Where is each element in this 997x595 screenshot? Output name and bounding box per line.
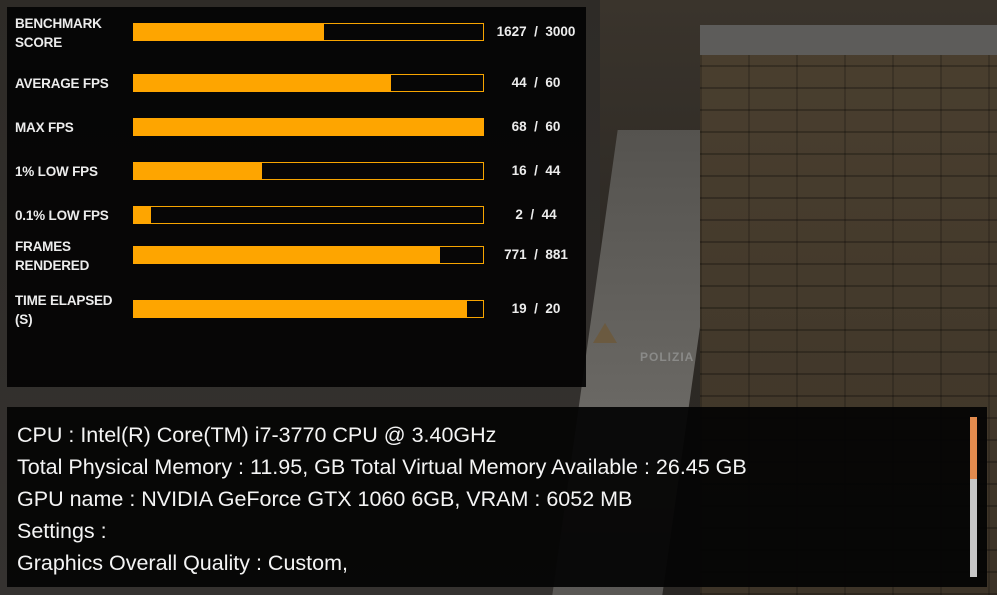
stat-label-line: FRAMES (15, 239, 71, 254)
stat-value: 16 / 44 (511, 163, 561, 178)
stat-progress-fill (133, 206, 151, 224)
background-roof (700, 25, 997, 55)
stat-row: TIME ELAPSED (S) 19 / 20 (7, 7, 586, 327)
stat-progress-fill (133, 246, 441, 264)
stat-progress-bar (133, 206, 484, 224)
stat-progress-fill (133, 300, 467, 318)
settings-header: Settings : (17, 519, 107, 543)
stat-value: 68 / 60 (511, 119, 561, 134)
stat-value: 19 / 20 (511, 301, 561, 316)
stat-label-line: 0.1% LOW FPS (15, 208, 109, 223)
stat-label: AVERAGE FPS (15, 74, 135, 93)
info-scrollbar-thumb[interactable] (970, 417, 977, 480)
stat-label: 0.1% LOW FPS (15, 206, 135, 225)
stat-progress-fill (133, 74, 391, 92)
stat-value: 771 / 881 (504, 247, 568, 262)
benchmark-stats-panel: BENCHMARK SCORE 1627 / 3000 AVERAGE FPS 44 /… (7, 7, 586, 387)
stat-label: MAX FPS (15, 118, 135, 137)
stat-label-line: 1% LOW FPS (15, 164, 98, 179)
cpu-info: CPU : Intel(R) Core(TM) i7-3770 CPU @ 3.… (17, 423, 497, 447)
stat-value: 2 / 44 (515, 207, 557, 222)
stat-label-line: AVERAGE FPS (15, 76, 109, 91)
stat-progress-bar (133, 300, 484, 318)
memory-info: Total Physical Memory : 11.95, GB Total … (17, 455, 747, 479)
stat-progress-bar (133, 74, 484, 92)
stat-label-line: (S) (15, 312, 33, 327)
warning-sign-icon (593, 323, 617, 343)
stat-label: FRAMES RENDERED (15, 237, 135, 275)
stat-progress-bar (133, 118, 484, 136)
stat-label: 1% LOW FPS (15, 162, 135, 181)
stat-label-line: RENDERED (15, 258, 90, 273)
stat-progress-fill (133, 162, 262, 180)
stat-label-line: MAX FPS (15, 120, 74, 135)
polizia-sign: POLIZIA (640, 350, 695, 364)
stat-progress-bar (133, 162, 484, 180)
graphics-quality-info: Graphics Overall Quality : Custom, (17, 551, 348, 575)
stat-label-line: TIME ELAPSED (15, 293, 113, 308)
stat-progress-fill (133, 118, 484, 136)
stat-value: 44 / 60 (511, 75, 561, 90)
system-info-text: CPU : Intel(R) Core(TM) i7-3770 CPU @ 3.… (17, 419, 747, 579)
stat-label: TIME ELAPSED (S) (15, 291, 135, 329)
info-scrollbar[interactable] (970, 417, 977, 577)
gpu-info: GPU name : NVIDIA GeForce GTX 1060 6GB, … (17, 487, 633, 511)
system-info-panel[interactable]: CPU : Intel(R) Core(TM) i7-3770 CPU @ 3.… (7, 407, 987, 587)
stat-progress-bar (133, 246, 484, 264)
